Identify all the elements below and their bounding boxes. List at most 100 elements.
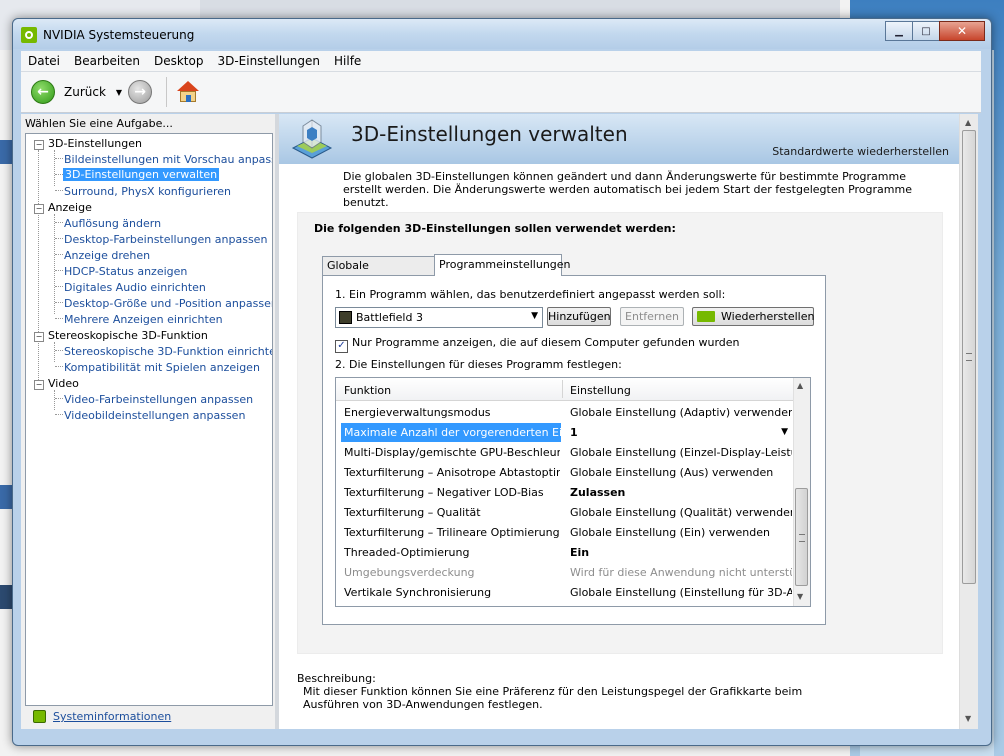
remove-program-button[interactable]: Entfernen <box>620 307 684 326</box>
tree-category-stereoskopisch[interactable]: Stereoskopische 3D-Funktion <box>48 329 208 342</box>
tree-category-3d-einstellungen[interactable]: 3D-Einstellungen <box>48 137 142 150</box>
show-only-found-checkbox[interactable]: ✓ <box>335 340 348 353</box>
tree-item-digitales-audio[interactable]: Digitales Audio einrichten <box>64 281 206 294</box>
collapse-video-icon[interactable]: − <box>34 380 44 390</box>
content-pane: 3D-Einstellungen verwalten Standardwerte… <box>279 114 959 729</box>
menu-bar: Datei Bearbeiten Desktop 3D-Einstellunge… <box>21 51 981 72</box>
menu-datei[interactable]: Datei <box>21 54 67 68</box>
tab-globale-einstellungen[interactable]: Globale Einstellungen <box>322 256 436 290</box>
description-text: Mit dieser Funktion können Sie eine Präf… <box>303 685 803 711</box>
system-info-label[interactable]: Systeminformationen <box>53 710 171 723</box>
home-icon[interactable] <box>177 81 200 103</box>
menu-desktop[interactable]: Desktop <box>147 54 211 68</box>
table-row[interactable]: Maximale Anzahl der vorgerenderten Einz.… <box>336 422 794 442</box>
grid-scroll-thumb[interactable] <box>795 488 808 586</box>
tree-item-mehrere-anzeigen[interactable]: Mehrere Anzeigen einrichten <box>64 313 223 326</box>
page-header: 3D-Einstellungen verwalten Standardwerte… <box>279 114 959 164</box>
close-button[interactable]: ✕ <box>939 21 985 41</box>
table-row[interactable]: Texturfilterung – Trilineare Optimierung… <box>336 522 794 542</box>
background-tab <box>0 140 12 164</box>
tree-item-desktop-farbeinstellungen[interactable]: Desktop-Farbeinstellungen anpassen <box>64 233 267 246</box>
background-tab <box>0 485 12 509</box>
show-only-found-label: Nur Programme anzeigen, die auf diesem C… <box>352 336 740 349</box>
menu-bearbeiten[interactable]: Bearbeiten <box>67 54 147 68</box>
content-scroll-thumb[interactable] <box>962 130 976 584</box>
table-row[interactable]: Umgebungsverdeckung Wird für diese Anwend… <box>336 562 794 582</box>
battlefield-icon <box>339 311 352 324</box>
background-tab <box>0 585 12 609</box>
add-program-button[interactable]: Hinzufügen <box>547 307 611 326</box>
forward-arrow-icon[interactable]: → <box>128 80 153 104</box>
scroll-up-icon[interactable]: ▲ <box>965 118 971 127</box>
settings-group: Die folgenden 3D-Einstellungen sollen ve… <box>297 212 943 654</box>
step2-label: 2. Die Einstellungen für dieses Programm… <box>335 358 622 371</box>
scroll-up-icon[interactable]: ▲ <box>797 381 803 390</box>
nvidia-control-panel-window: NVIDIA Systemsteuerung ▁ □ ✕ Datei Bearb… <box>12 18 992 746</box>
chevron-down-icon[interactable]: ▼ <box>781 427 788 437</box>
maximize-button[interactable]: □ <box>912 21 940 41</box>
nvidia-eye-icon <box>697 311 715 322</box>
tree-item-hdcp-status[interactable]: HDCP-Status anzeigen <box>64 265 187 278</box>
table-row[interactable]: Multi-Display/gemischte GPU-Beschleunigu… <box>336 442 794 462</box>
tree-item-video-farbeinstellungen[interactable]: Video-Farbeinstellungen anpassen <box>64 393 253 406</box>
tree-item-surround-physx[interactable]: Surround, PhysX konfigurieren <box>64 185 231 198</box>
tree-item-anzeige-drehen[interactable]: Anzeige drehen <box>64 249 150 262</box>
back-button-label[interactable]: Zurück <box>64 85 106 99</box>
page-title: 3D-Einstellungen verwalten <box>351 122 628 146</box>
minimize-button[interactable]: ▁ <box>885 21 913 41</box>
toolbar: ← Zurück ▼ → <box>21 72 981 113</box>
tree-item-bildeinstellungen[interactable]: Bildeinstellungen mit Vorschau anpassen <box>64 153 272 166</box>
table-row[interactable]: Texturfilterung – Qualität Globale Einste… <box>336 502 794 522</box>
tab-programmeinstellungen[interactable]: Programmeinstellungen <box>434 254 571 276</box>
3d-settings-icon <box>291 119 333 159</box>
tree-item-videobildeinstellungen[interactable]: Videobildeinstellungen anpassen <box>64 409 245 422</box>
system-info-link[interactable]: Systeminformationen <box>25 708 271 726</box>
tree-item-desktop-groesse[interactable]: Desktop-Größe und -Position anpassen <box>64 297 272 310</box>
system-info-icon <box>33 710 46 723</box>
step1-label: 1. Ein Programm wählen, das benutzerdefi… <box>335 288 726 301</box>
tree-category-video[interactable]: Video <box>48 377 79 390</box>
grid-scrollbar[interactable]: ▲ ▼ <box>793 378 810 606</box>
toolbar-separator <box>166 77 168 107</box>
tree-item-3d-einstellungen-verwalten[interactable]: 3D-Einstellungen verwalten <box>63 168 220 181</box>
collapse-stereoskopisch-icon[interactable]: − <box>34 332 44 342</box>
menu-3d-einstellungen[interactable]: 3D-Einstellungen <box>210 54 327 68</box>
tree-item-aufloesung[interactable]: Auflösung ändern <box>64 217 161 230</box>
restore-program-label: Wiederherstellen <box>721 310 815 323</box>
intro-text: Die globalen 3D-Einstellungen können geä… <box>343 170 912 209</box>
program-select-value: Battlefield 3 <box>356 311 423 324</box>
title-bar[interactable]: NVIDIA Systemsteuerung ▁ □ ✕ <box>13 19 991 49</box>
table-row[interactable]: Texturfilterung – Anisotrope Abtastoptim… <box>336 462 794 482</box>
column-header-einstellung[interactable]: Einstellung <box>570 384 631 397</box>
nvidia-logo-icon <box>21 27 37 43</box>
tree-category-anzeige[interactable]: Anzeige <box>48 201 92 214</box>
table-row[interactable]: Texturfilterung – Negativer LOD-Bias Zula… <box>336 482 794 502</box>
collapse-3d-einstellungen-icon[interactable]: − <box>34 140 44 150</box>
task-tree[interactable]: − 3D-Einstellungen Bildeinstellungen mit… <box>25 133 273 706</box>
program-settings-grid: Funktion Einstellung Energieverwaltungsm… <box>335 377 811 607</box>
program-select[interactable]: Battlefield 3 ▼ <box>335 307 543 328</box>
tree-item-stereoskopisch-einrichten[interactable]: Stereoskopische 3D-Funktion einrichten <box>64 345 272 358</box>
history-dropdown-icon[interactable]: ▼ <box>116 88 122 97</box>
tree-item-kompatibilitaet[interactable]: Kompatibilität mit Spielen anzeigen <box>64 361 260 374</box>
column-header-funktion[interactable]: Funktion <box>344 384 391 397</box>
restore-defaults-link[interactable]: Standardwerte wiederherstellen <box>772 145 949 158</box>
scroll-down-icon[interactable]: ▼ <box>965 714 971 723</box>
show-only-found-row[interactable]: ✓ Nur Programme anzeigen, die auf diesem … <box>335 336 740 353</box>
scroll-down-icon[interactable]: ▼ <box>797 592 803 601</box>
window-title: NVIDIA Systemsteuerung <box>43 28 195 42</box>
table-row[interactable]: Vertikale Synchronisierung Globale Einste… <box>336 582 794 602</box>
table-row[interactable]: Threaded-Optimierung Ein <box>336 542 794 562</box>
restore-program-button[interactable]: Wiederherstellen <box>692 307 814 326</box>
table-row[interactable]: Energieverwaltungsmodus Globale Einstellu… <box>336 402 794 422</box>
task-pane: Wählen Sie eine Aufgabe... − 3D-Einstell… <box>21 114 275 729</box>
collapse-anzeige-icon[interactable]: − <box>34 204 44 214</box>
grid-header: Funktion Einstellung <box>336 378 794 401</box>
description-section: Beschreibung: Mit dieser Funktion können… <box>297 672 857 711</box>
menu-hilfe[interactable]: Hilfe <box>327 54 368 68</box>
description-label: Beschreibung: <box>297 672 376 685</box>
content-scrollbar[interactable]: ▲ ▼ <box>959 114 978 729</box>
back-arrow-icon[interactable]: ← <box>31 80 55 104</box>
settings-group-title: Die folgenden 3D-Einstellungen sollen ve… <box>314 222 676 235</box>
chevron-down-icon: ▼ <box>531 311 538 321</box>
